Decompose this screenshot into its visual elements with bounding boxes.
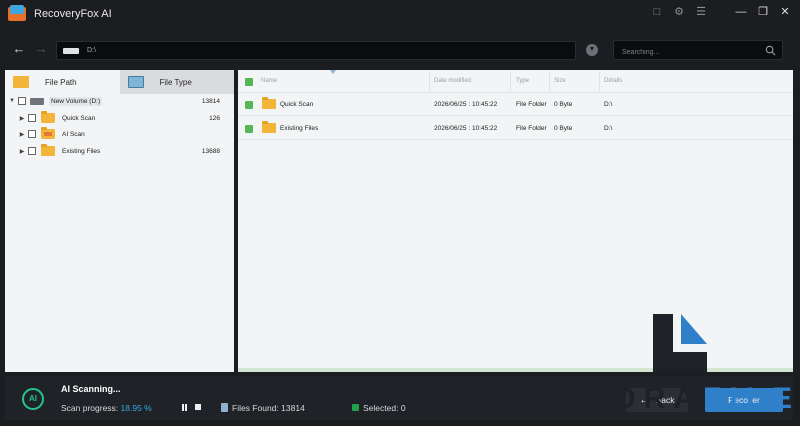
scan-progress-strip <box>238 368 793 372</box>
recover-button[interactable]: Recover <box>705 388 783 412</box>
search-input[interactable] <box>614 43 754 62</box>
row-checkbox[interactable] <box>245 125 253 133</box>
drive-icon <box>63 47 79 54</box>
file-list-panel: Name Date modified Type Size Details Qui… <box>238 70 793 372</box>
files-found: Files Found: 13814 <box>232 403 305 413</box>
search-box[interactable] <box>613 40 783 62</box>
cell-name: Existing Files <box>280 125 319 132</box>
tree-item-label: Quick Scan <box>62 114 96 122</box>
folder-icon <box>41 144 55 156</box>
column-name[interactable]: Name <box>261 78 277 84</box>
table-row[interactable]: Existing Files 2026/06/25 : 10:45:22 Fil… <box>238 117 793 140</box>
scan-progress-label: Scan progress: <box>61 403 119 413</box>
tree-item-label: AI Scan <box>62 130 85 138</box>
checkbox[interactable] <box>28 147 36 155</box>
checkbox[interactable] <box>18 97 26 105</box>
folder-icon <box>262 97 276 109</box>
cell-name: Quick Scan <box>280 101 314 108</box>
table-row[interactable]: Quick Scan 2026/06/25 : 10:45:22 File Fo… <box>238 93 793 116</box>
cell-size: 0 Byte <box>554 101 573 108</box>
tree-item-existing-files[interactable]: ▶ Existing Files 13688 <box>5 144 234 158</box>
files-found-value: 13814 <box>281 403 305 413</box>
scan-progress-line: Scan progress: 18.95 % <box>61 403 152 413</box>
expand-arrow-icon[interactable]: ▼ <box>8 98 16 104</box>
feedback-icon[interactable]: □ <box>650 5 664 19</box>
close-icon[interactable]: ✕ <box>778 5 792 19</box>
ai-scan-icon: AI <box>22 388 44 410</box>
filter-icon[interactable]: ▼ <box>586 44 598 56</box>
select-all-checkbox[interactable] <box>245 78 253 86</box>
tab-file-path[interactable]: File Path <box>5 70 120 94</box>
files-found-label: Files Found: <box>232 403 279 413</box>
view-tabs: File Path File Type <box>5 70 234 94</box>
tree-item-label: New Volume (D:) <box>49 96 103 106</box>
selected-value: 0 <box>400 403 406 413</box>
expand-arrow-icon[interactable]: ▶ <box>18 115 26 122</box>
recover-label: Recover <box>728 395 760 405</box>
path-text: D:\ <box>87 47 96 54</box>
tab-file-type[interactable]: File Type <box>120 70 235 94</box>
selected-label: Selected: <box>363 403 399 413</box>
back-arrow-icon: ← <box>639 394 650 406</box>
tree-item-count: 126 <box>209 114 220 122</box>
cell-type: File Folder <box>516 101 547 108</box>
app-logo-icon <box>8 5 26 23</box>
back-label: Back <box>655 395 675 405</box>
cell-details: D:\ <box>604 125 613 132</box>
tree-item-new-volume[interactable]: ▼ New Volume (D:) 13814 <box>5 94 234 108</box>
forward-arrow-icon[interactable]: → <box>34 42 48 56</box>
sort-caret-icon <box>330 70 336 74</box>
column-size[interactable]: Size <box>554 78 566 84</box>
scan-status-title: AI Scanning... <box>61 384 121 394</box>
tree-item-ai-scan[interactable]: ▶ AI Scan <box>5 127 234 141</box>
cell-size: 0 Byte <box>554 125 573 132</box>
search-icon[interactable] <box>765 45 776 56</box>
tree-item-label: Existing Files <box>62 147 101 155</box>
minimize-icon[interactable]: — <box>734 5 748 19</box>
title-bar: RecoveryFox AI □ ⚙ ☰ — ❐ ✕ <box>0 0 800 28</box>
expand-arrow-icon[interactable]: ▶ <box>18 131 26 138</box>
path-bar[interactable]: D:\ <box>56 41 576 60</box>
folder-icon <box>262 121 276 133</box>
folder-icon <box>13 76 29 88</box>
tree-item-count: 13814 <box>201 97 220 105</box>
scan-progress-value: 18.95 % <box>120 403 152 413</box>
tree-item-count: 13688 <box>201 147 220 155</box>
selected-check-icon <box>352 404 359 411</box>
hdd-icon <box>30 97 44 105</box>
cell-type: File Folder <box>516 125 547 132</box>
column-date-modified[interactable]: Date modified <box>434 78 471 84</box>
back-arrow-icon[interactable]: ← <box>12 42 26 56</box>
left-panel: File Path File Type ▼ New Volume (D:) 13… <box>5 70 234 372</box>
settings-icon[interactable]: ⚙ <box>672 5 686 19</box>
cell-details: D:\ <box>604 101 613 108</box>
expand-arrow-icon[interactable]: ▶ <box>18 148 26 155</box>
folder-icon <box>41 111 55 123</box>
menu-icon[interactable]: ☰ <box>694 5 708 19</box>
cell-date: 2026/06/25 : 10:45:22 <box>434 125 498 132</box>
column-details[interactable]: Details <box>604 78 622 84</box>
selected-count: Selected: 0 <box>363 403 406 413</box>
back-button[interactable]: ← Back <box>626 388 688 412</box>
column-type[interactable]: Type <box>516 78 529 84</box>
files-icon <box>221 403 228 412</box>
status-bar: AI AI Scanning... Scan progress: 18.95 %… <box>5 376 793 420</box>
column-header: Name Date modified Type Size Details <box>238 70 793 93</box>
checkbox[interactable] <box>28 130 36 138</box>
tree-item-quick-scan[interactable]: ▶ Quick Scan 126 <box>5 111 234 125</box>
restore-icon[interactable]: ❐ <box>756 5 770 19</box>
tab-label: File Path <box>45 77 77 87</box>
ai-folder-icon <box>41 127 55 139</box>
cell-date: 2026/06/25 : 10:45:22 <box>434 101 498 108</box>
checkbox[interactable] <box>28 114 36 122</box>
row-checkbox[interactable] <box>245 101 253 109</box>
stop-button[interactable] <box>195 404 203 412</box>
image-file-icon <box>127 76 144 88</box>
tab-label: File Type <box>159 77 192 87</box>
app-title: RecoveryFox AI <box>34 8 112 20</box>
pause-button[interactable] <box>181 404 189 412</box>
